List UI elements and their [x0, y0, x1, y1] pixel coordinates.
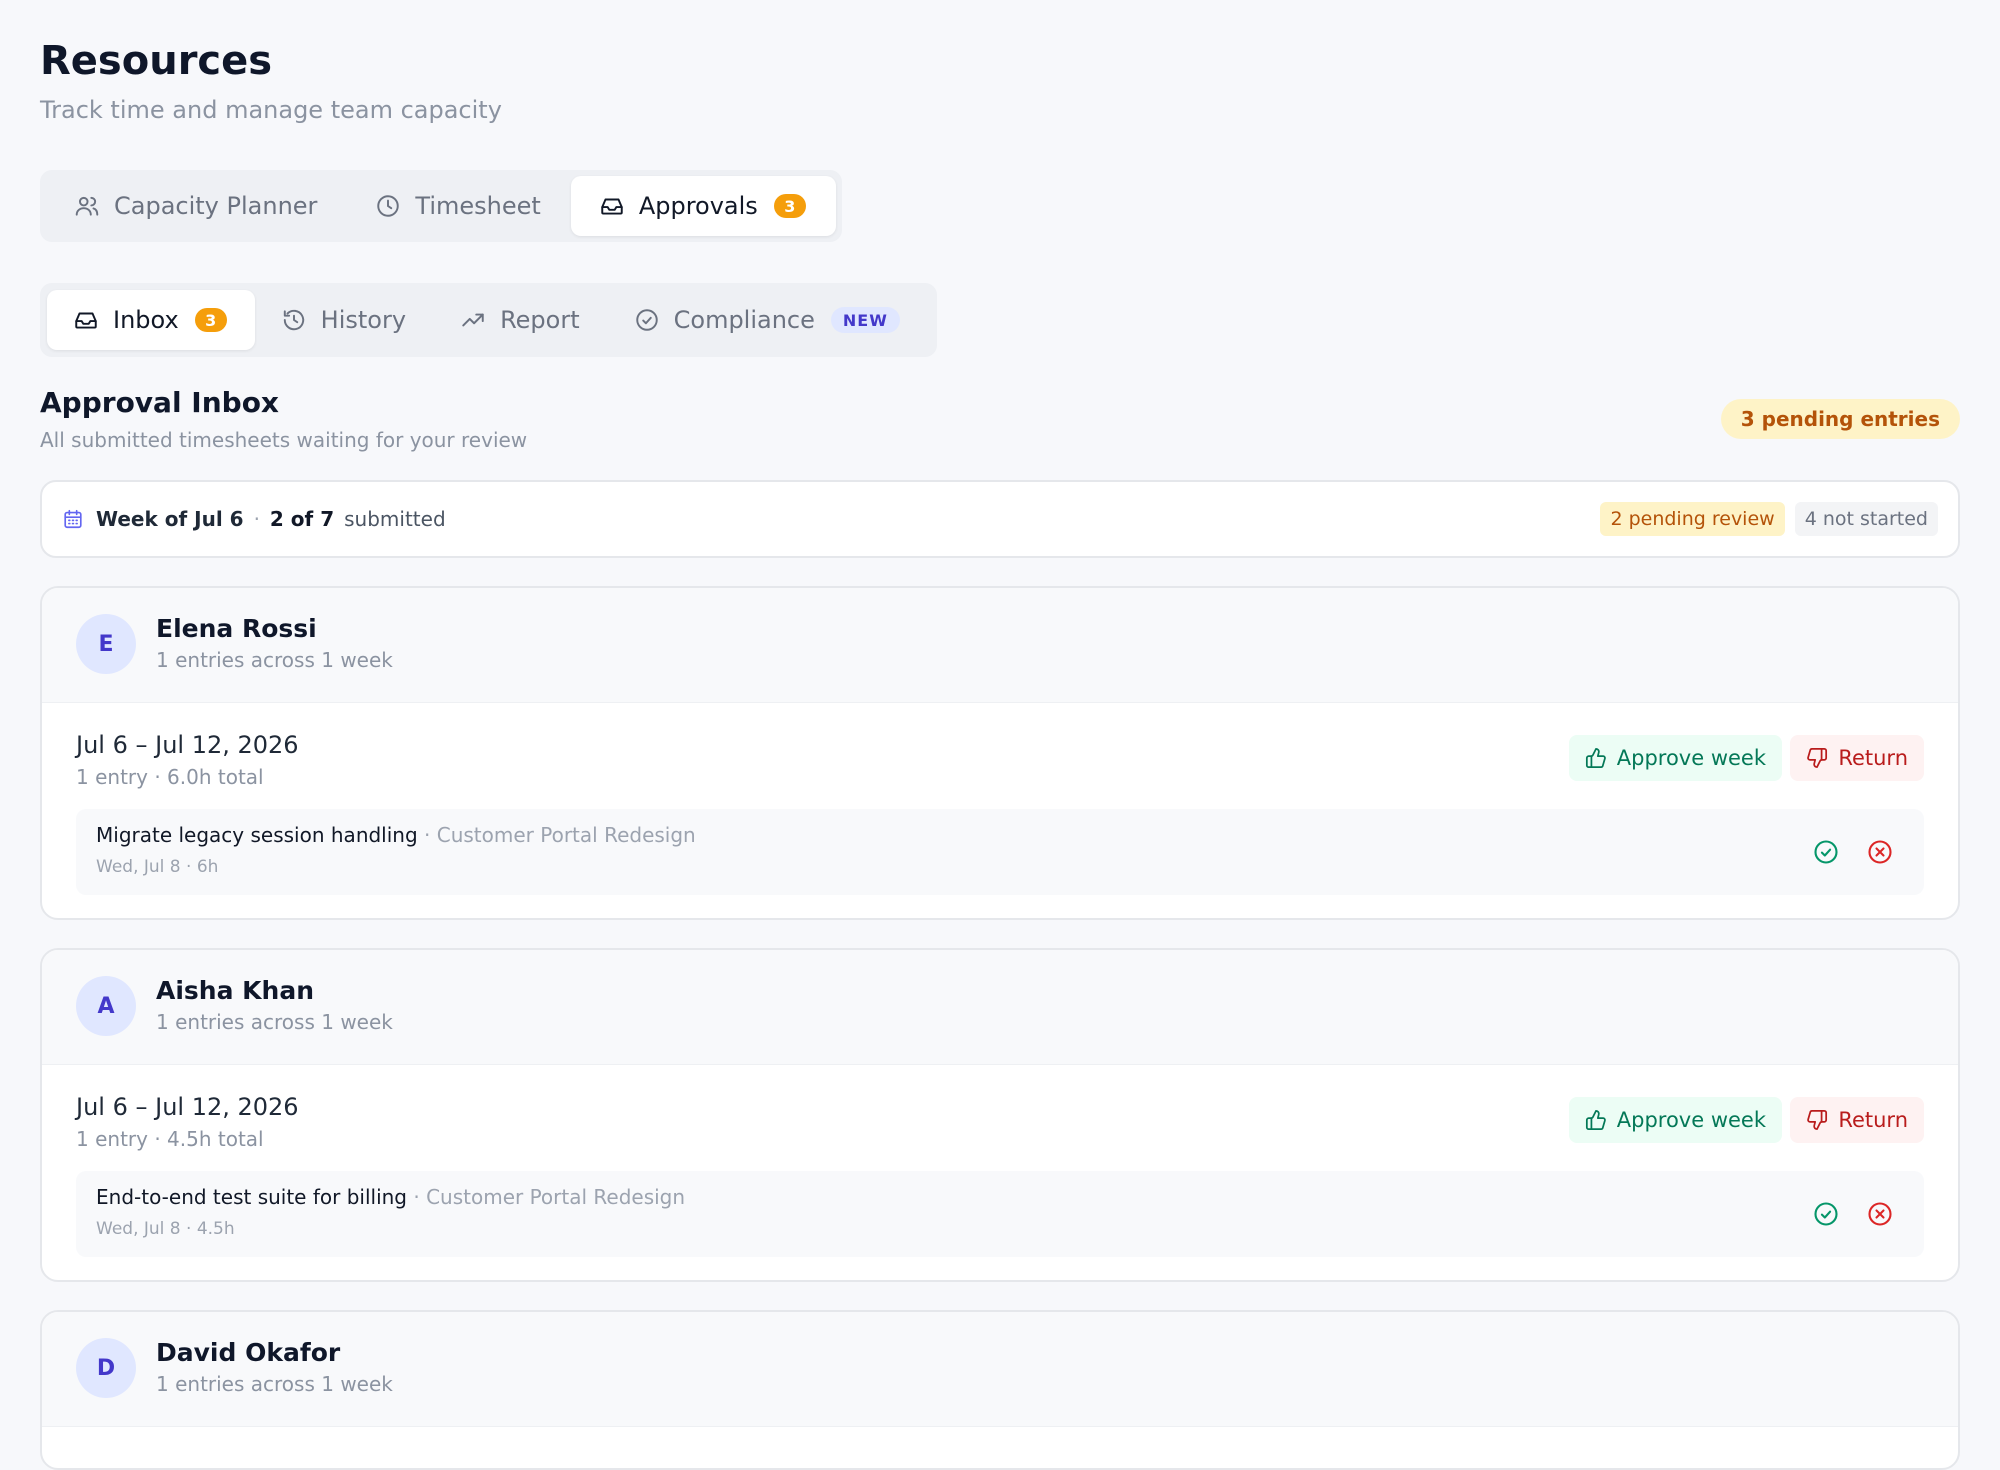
avatar: A — [76, 976, 136, 1036]
person-name: Elena Rossi — [156, 614, 317, 643]
resources-page: Resources Track time and manage team cap… — [0, 0, 2000, 1470]
inbox-icon — [601, 198, 623, 215]
return-label: Return — [1838, 746, 1908, 770]
person-card-header[interactable]: D David Okafor 1 entries across 1 week — [42, 1312, 1958, 1427]
approve-entry-icon[interactable] — [1812, 1200, 1840, 1228]
entry-task: End-to-end test suite for billing — [96, 1185, 407, 1209]
week-range-meta: 1 entry · 6.0h total — [76, 765, 264, 789]
approve-week-button[interactable]: Approve week — [1568, 1097, 1782, 1143]
week-range-meta: 1 entry · 4.5h total — [76, 1127, 264, 1151]
tab-label: Compliance — [673, 306, 815, 334]
pending-entries-badge: 3 pending entries — [1720, 399, 1960, 439]
week-group: Jul 6 – Jul 12, 2026 1 entry · 4.5h tota… — [42, 1065, 1958, 1280]
thumbs-up-icon — [1585, 1109, 1606, 1131]
week-summary-bar: Week of Jul 6 · 2 of 7 submitted 2 pendi… — [40, 480, 1960, 558]
entry-project: · Customer Portal Redesign — [417, 823, 696, 847]
tab-capacity-planner[interactable]: Capacity Planner — [46, 176, 347, 236]
time-entry: Migrate legacy session handling · Custom… — [76, 809, 1924, 895]
approve-week-label: Approve week — [1616, 1108, 1766, 1132]
separator-dot: · — [253, 507, 260, 531]
person-name: David Okafor — [156, 1338, 341, 1367]
tab-label: History — [320, 306, 407, 334]
person-entries-meta: 1 entries across 1 week — [156, 648, 393, 672]
calendar-icon — [64, 509, 82, 529]
trending-up-icon — [462, 313, 484, 327]
return-label: Return — [1838, 1108, 1908, 1132]
submitted-word: submitted — [344, 507, 446, 531]
approve-week-button[interactable]: Approve week — [1568, 735, 1782, 781]
tab-label: Capacity Planner — [114, 192, 318, 220]
tab-label: Report — [500, 306, 580, 334]
inbox-icon — [75, 312, 97, 329]
reject-entry-icon[interactable] — [1866, 838, 1894, 866]
return-button[interactable]: Return — [1790, 735, 1924, 781]
entry-task: Migrate legacy session handling — [96, 823, 418, 847]
users-icon — [75, 196, 99, 216]
tab-label: Inbox — [113, 306, 179, 334]
approve-entry-icon[interactable] — [1812, 838, 1840, 866]
week-range: Jul 6 – Jul 12, 2026 — [76, 731, 299, 759]
tab-inbox[interactable]: Inbox 3 — [47, 290, 255, 350]
person-card: A Aisha Khan 1 entries across 1 week Jul… — [40, 948, 1960, 1282]
check-circle-icon — [635, 309, 658, 331]
entry-meta: Wed, Jul 8 · 6h — [96, 857, 219, 877]
tab-label: Approvals — [638, 192, 758, 220]
submitted-count: 2 of 7 — [269, 507, 335, 531]
thumbs-up-icon — [1585, 747, 1606, 769]
new-badge: NEW — [830, 307, 900, 333]
not-started-chip: 4 not started — [1794, 502, 1938, 536]
approvals-count-badge: 3 — [773, 194, 806, 218]
person-card: E Elena Rossi 1 entries across 1 week Ju… — [40, 586, 1960, 920]
thumbs-down-icon — [1807, 747, 1828, 769]
avatar: E — [76, 614, 136, 674]
tab-history[interactable]: History — [255, 290, 434, 350]
section-subtitle: All submitted timesheets waiting for you… — [40, 428, 528, 452]
section-title: Approval Inbox — [40, 386, 279, 419]
week-range: Jul 6 – Jul 12, 2026 — [76, 1093, 299, 1121]
inbox-count-badge: 3 — [194, 308, 227, 332]
clock-icon — [377, 195, 400, 217]
entry-meta: Wed, Jul 8 · 4.5h — [96, 1219, 235, 1239]
avatar: D — [76, 1338, 136, 1398]
tab-report[interactable]: Report — [434, 290, 608, 350]
week-group: Jul 6 – Jul 12, 2026 1 entry · 6.0h tota… — [42, 703, 1958, 918]
time-entry: End-to-end test suite for billing · Cust… — [76, 1171, 1924, 1257]
thumbs-down-icon — [1807, 1109, 1828, 1131]
approval-sub-tabs: Inbox 3 History Report Compliance NEW — [40, 283, 937, 357]
tab-label: Timesheet — [415, 192, 541, 220]
page-title: Resources — [40, 38, 273, 84]
page-subtitle: Track time and manage team capacity — [40, 96, 502, 124]
reject-entry-icon[interactable] — [1866, 1200, 1894, 1228]
person-card-header[interactable]: A Aisha Khan 1 entries across 1 week — [42, 950, 1958, 1065]
approve-week-label: Approve week — [1616, 746, 1766, 770]
person-name: Aisha Khan — [156, 976, 315, 1005]
week-label: Week of Jul 6 — [96, 507, 244, 531]
entry-title-line: Migrate legacy session handling · Custom… — [96, 823, 696, 847]
return-button[interactable]: Return — [1790, 1097, 1924, 1143]
tab-timesheet[interactable]: Timesheet — [347, 176, 570, 236]
history-icon — [283, 309, 304, 331]
entry-project: · Customer Portal Redesign — [407, 1185, 686, 1209]
tab-compliance[interactable]: Compliance NEW — [608, 290, 928, 350]
pending-review-chip: 2 pending review — [1600, 502, 1785, 536]
tab-approvals[interactable]: Approvals 3 — [570, 176, 836, 236]
person-card: D David Okafor 1 entries across 1 week — [40, 1310, 1960, 1470]
entry-title-line: End-to-end test suite for billing · Cust… — [96, 1185, 685, 1209]
person-entries-meta: 1 entries across 1 week — [156, 1372, 393, 1396]
main-tabs: Capacity Planner Timesheet Approvals 3 — [40, 170, 842, 242]
person-entries-meta: 1 entries across 1 week — [156, 1010, 393, 1034]
person-card-header[interactable]: E Elena Rossi 1 entries across 1 week — [42, 588, 1958, 703]
